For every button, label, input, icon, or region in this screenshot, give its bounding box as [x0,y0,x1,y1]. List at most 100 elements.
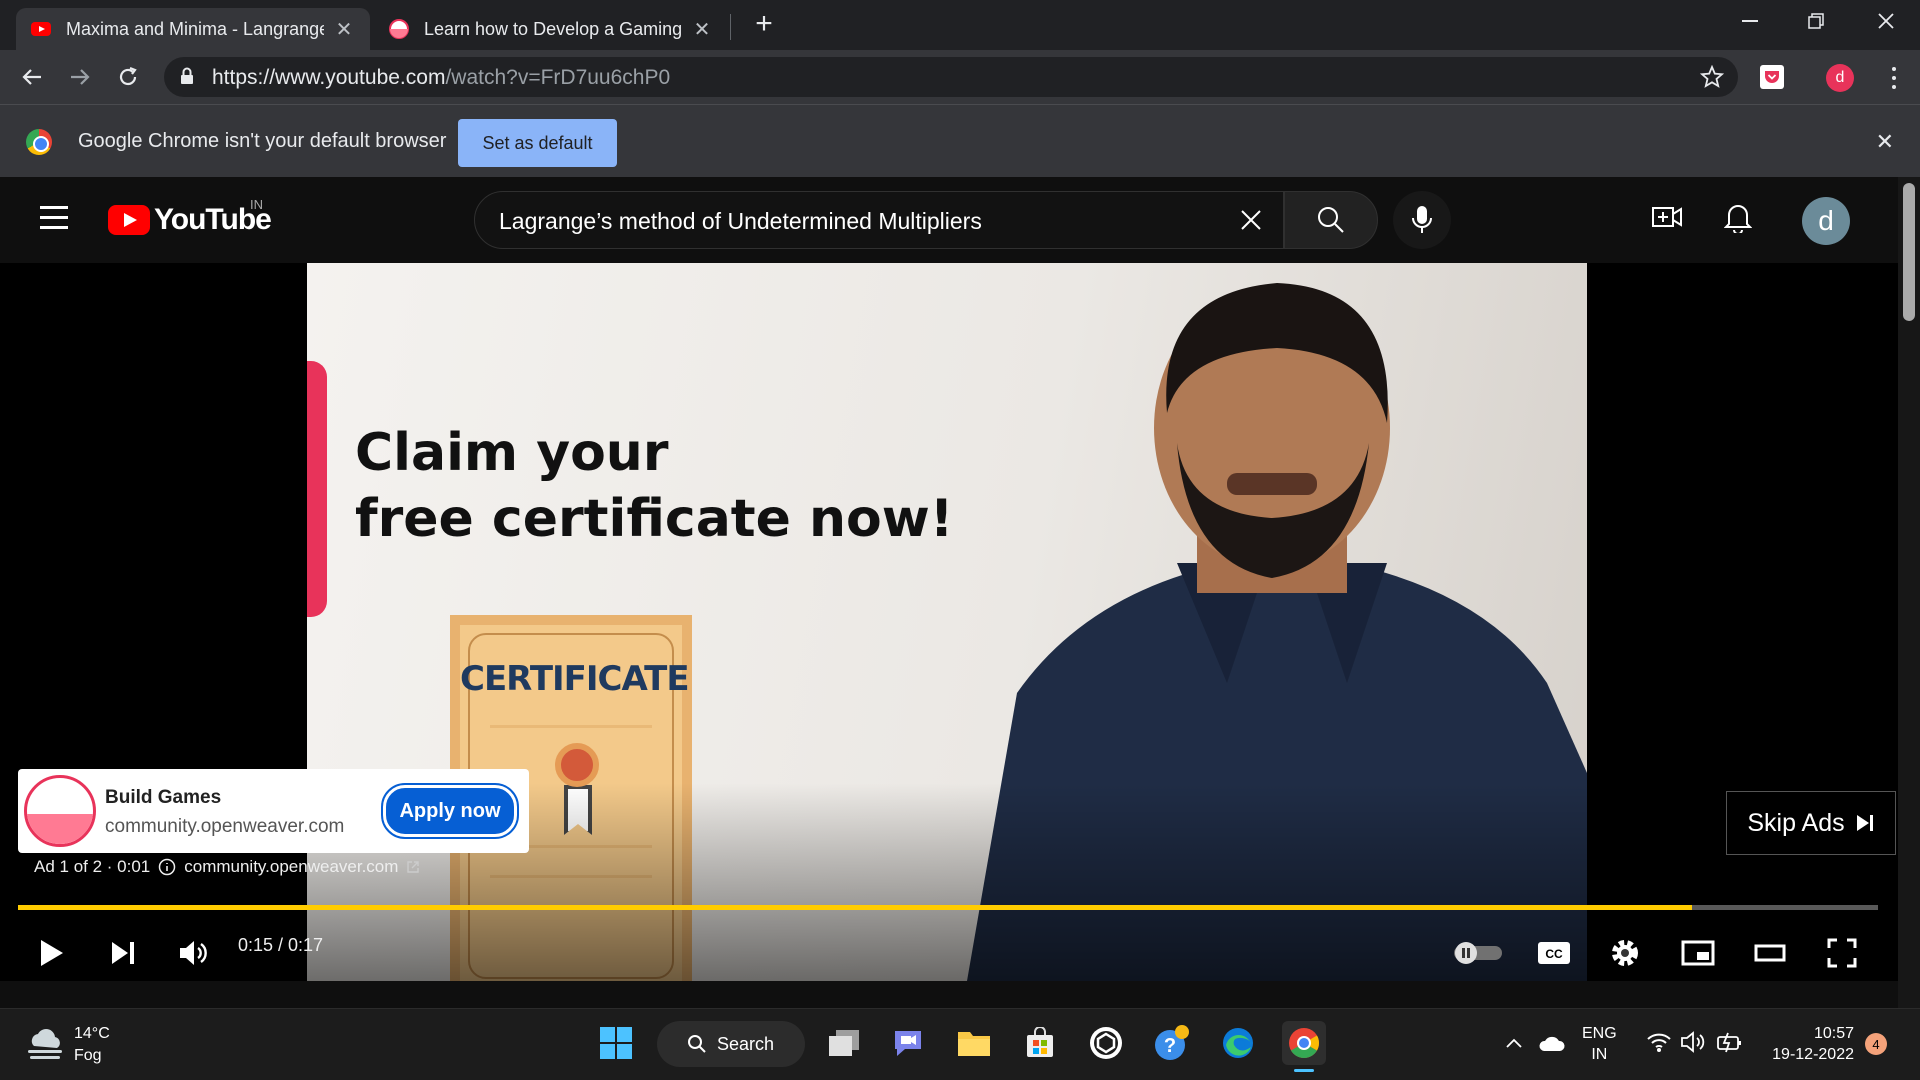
time-display: 0:15 / 0:17 [238,935,324,955]
chrome-taskbar-button[interactable] [1282,1021,1326,1065]
arrow-right-icon [71,69,90,85]
taskbar-search[interactable]: Search [657,1021,805,1067]
close-tab-icon[interactable]: ✕ [690,17,714,42]
edge-browser-button[interactable] [1216,1021,1260,1065]
folder-icon [958,1032,990,1056]
search-query: Lagrange’s method of Undetermined Multip… [499,208,982,234]
lock-icon [181,67,193,84]
account-avatar[interactable]: d [1802,197,1850,245]
medal-icon [555,743,599,787]
tab-maxima-minima[interactable]: Maxima and Minima - Langrange ✕ [16,8,370,50]
ad-link[interactable]: community.openweaver.com [184,857,398,877]
apply-now-button[interactable]: Apply now [381,783,519,839]
new-tab-button[interactable]: + [748,8,780,40]
restore-icon [1808,13,1824,29]
profile-avatar[interactable]: d [1826,64,1854,92]
input-language-indicator[interactable]: ENG IN [1582,1023,1617,1065]
system-clock[interactable]: 10:57 19-12-2022 [1764,1023,1854,1065]
autoplay-toggle-icon [1454,942,1502,964]
skip-ads-button[interactable]: Skip Ads [1726,791,1896,855]
chrome-icon [1289,1028,1320,1058]
edge-icon [1223,1028,1253,1058]
ad-info-line: Ad 1 of 2 · 0:01 community.openweaver.co… [34,857,420,877]
page-scrollbar[interactable] [1898,177,1920,1008]
tab-title: Maxima and Minima - Langrange [66,18,324,39]
ad-title: Build Games [105,787,222,808]
search-icon [1318,207,1344,233]
address-bar[interactable]: https://www.youtube.com/watch?v=FrD7uu6c… [164,57,1738,97]
microsoft-store-button[interactable] [1018,1021,1062,1065]
clear-search-icon[interactable] [1237,206,1265,234]
chrome-menu-button[interactable] [1884,64,1904,92]
notification-count-badge[interactable]: 4 [1865,1033,1887,1055]
onedrive-cloud-icon[interactable] [1538,1033,1566,1053]
pocket-extension-icon[interactable] [1760,65,1784,89]
set-as-default-button[interactable]: Set as default [458,119,617,167]
info-icon[interactable] [158,858,176,876]
hexagon-app-icon [1090,1027,1122,1059]
scrollbar-thumb[interactable] [1903,183,1915,321]
red-accent-bar [307,361,327,617]
openweaver-icon [389,19,409,39]
search-button[interactable] [1284,191,1378,249]
video-player[interactable]: Claim your free certificate now! CERTIFI… [0,263,1898,981]
headline-line-2: free certificate now! [355,489,954,549]
reload-button[interactable] [112,61,144,93]
start-button[interactable] [594,1021,638,1065]
svg-text:?: ? [1164,1035,1176,1057]
autoplay-toggle[interactable] [1452,933,1504,973]
close-infobar-icon[interactable]: ✕ [1876,129,1894,155]
miniplayer-button[interactable] [1678,933,1718,973]
skip-next-icon [1856,815,1873,831]
close-tab-icon[interactable]: ✕ [332,17,356,42]
closed-captions-icon: CC [1538,942,1570,964]
fullscreen-button[interactable] [1822,933,1862,973]
progress-bar[interactable] [18,905,1878,910]
tab-divider [730,14,731,40]
settings-button[interactable] [1605,933,1645,973]
next-button[interactable] [103,933,143,973]
default-browser-infobar: Google Chrome isn't your default browser… [0,104,1920,177]
weather-widget[interactable]: 14°C Fog [26,1023,110,1067]
app-button-github[interactable] [1084,1021,1128,1065]
chevron-up-icon[interactable] [1505,1037,1523,1049]
bookmark-star-icon[interactable] [1700,65,1724,89]
volume-icon[interactable] [1680,1031,1706,1053]
tab-strip: Maxima and Minima - Langrange ✕ Learn ho… [0,0,1920,50]
menu-dot [1892,75,1896,80]
hamburger-menu-icon[interactable] [40,206,68,229]
restore-button[interactable] [1786,0,1846,42]
forward-button[interactable] [64,61,96,93]
youtube-logo[interactable]: YouTube IN [108,197,272,237]
browser-toolbar: https://www.youtube.com/watch?v=FrD7uu6c… [0,50,1920,104]
teams-chat-button[interactable] [886,1021,930,1065]
url-text: https://www.youtube.com/watch?v=FrD7uu6c… [212,66,670,90]
back-button[interactable] [16,61,48,93]
notifications-bell-icon[interactable] [1724,201,1752,233]
battery-charging-icon[interactable] [1716,1031,1744,1053]
weather-temperature: 14°C [74,1025,110,1042]
search-input[interactable]: Lagrange’s method of Undetermined Multip… [474,191,1284,249]
file-explorer-button[interactable] [952,1021,996,1065]
play-button[interactable] [32,933,72,973]
windows-icon [600,1027,632,1059]
weather-condition: Fog [74,1047,102,1064]
mute-button[interactable] [174,933,214,973]
tab-title: Learn how to Develop a Gaming [424,18,682,39]
create-video-icon[interactable] [1651,201,1683,233]
voice-search-button[interactable] [1393,191,1451,249]
minimize-button[interactable] [1720,0,1780,42]
close-icon [1878,13,1894,29]
theater-mode-button[interactable] [1750,933,1790,973]
ad-domain: community.openweaver.com [105,816,345,837]
subtitles-button[interactable]: CC [1534,933,1574,973]
tab-gaming[interactable]: Learn how to Develop a Gaming ✕ [374,8,728,50]
task-view-button[interactable] [822,1021,866,1065]
language-code: ENG [1582,1025,1617,1042]
get-help-button[interactable]: ? [1150,1021,1194,1065]
menu-dot [1892,66,1896,71]
ad-counter: Ad 1 of 2 · 0:01 [34,857,151,876]
wifi-icon[interactable] [1646,1031,1672,1053]
ad-overlay-card[interactable]: Build Games community.openweaver.com App… [18,769,529,853]
close-window-button[interactable] [1856,0,1916,42]
